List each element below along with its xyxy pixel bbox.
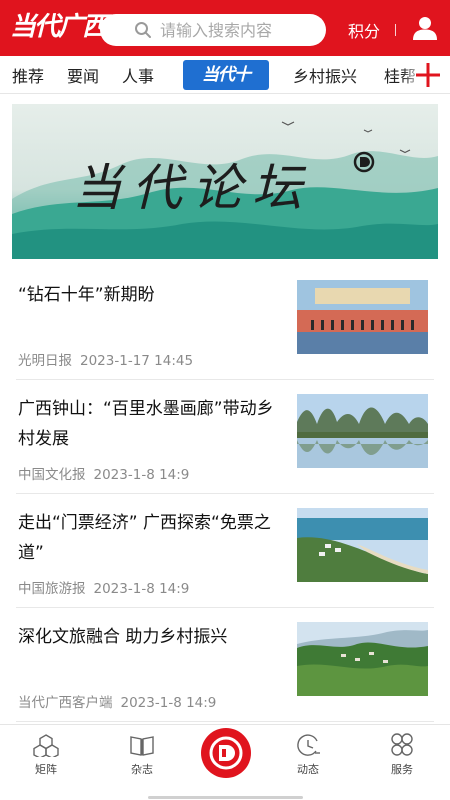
user-icon[interactable] xyxy=(412,15,438,41)
hexagons-icon xyxy=(33,734,59,757)
news-title[interactable]: 深化文旅融合 助力乡村振兴 xyxy=(18,622,284,652)
channel-tab-news[interactable]: 要闻 xyxy=(67,63,99,87)
bottom-tab-bar: 矩阵 杂志 动态 服务 xyxy=(0,724,450,800)
news-source: 中国文化报 xyxy=(18,467,86,483)
news-item[interactable]: 深化文旅融合 助力乡村振兴 当代广西客户端 2023-1-8 14:9 xyxy=(16,608,434,722)
channel-tab-featured[interactable]: 当代十 xyxy=(183,60,269,90)
search-icon xyxy=(135,22,151,38)
search-input[interactable] xyxy=(160,20,292,40)
points-button[interactable]: 积分 xyxy=(348,18,380,42)
search-bar[interactable] xyxy=(100,14,326,46)
center-logo-button[interactable] xyxy=(201,728,251,778)
news-title[interactable]: “钻石十年”新期盼 xyxy=(18,280,284,310)
news-thumbnail[interactable] xyxy=(297,508,428,582)
channel-tab-personnel[interactable]: 人事 xyxy=(122,63,154,87)
news-meta: 当代广西客户端 2023-1-8 14:9 xyxy=(18,691,216,711)
header-divider xyxy=(395,24,396,36)
news-title[interactable]: 广西钟山：“百里水墨画廊”带动乡村发展 xyxy=(18,394,284,454)
news-meta: 中国文化报 2023-1-8 14:9 xyxy=(18,463,189,483)
news-meta: 光明日报 2023-1-17 14:45 xyxy=(18,349,193,369)
book-icon xyxy=(130,736,154,756)
news-item[interactable]: “钻石十年”新期盼 光明日报 2023-1-17 14:45 xyxy=(16,266,434,380)
news-item[interactable]: 走出“门票经济” 广西探索“免票之道” 中国旅游报 2023-1-8 14:9 xyxy=(16,494,434,608)
tab-label: 服务 xyxy=(391,763,413,776)
banner-title: 当代论坛 xyxy=(72,159,312,217)
news-title[interactable]: 走出“门票经济” 广西探索“免票之道” xyxy=(18,508,284,568)
feature-banner[interactable]: 当代论坛 xyxy=(12,104,438,259)
news-meta: 中国旅游报 2023-1-8 14:9 xyxy=(18,577,189,597)
news-time: 2023-1-17 14:45 xyxy=(80,353,194,369)
news-source: 光明日报 xyxy=(18,353,72,369)
add-channel-icon[interactable] xyxy=(414,61,442,89)
tab-label: 动态 xyxy=(297,763,319,776)
news-thumbnail[interactable] xyxy=(297,622,428,696)
news-thumbnail[interactable] xyxy=(297,280,428,354)
tab-matrix[interactable]: 矩阵 xyxy=(16,733,76,777)
news-source: 当代广西客户端 xyxy=(18,695,113,711)
news-time: 2023-1-8 14:9 xyxy=(93,581,190,597)
news-time: 2023-1-8 14:9 xyxy=(93,467,190,483)
tab-service[interactable]: 服务 xyxy=(372,733,432,777)
home-indicator xyxy=(148,796,303,799)
news-item[interactable]: 广西钟山：“百里水墨画廊”带动乡村发展 中国文化报 2023-1-8 14:9 xyxy=(16,380,434,494)
app-logo[interactable]: 当代广西 xyxy=(10,8,108,46)
tab-magazine[interactable]: 杂志 xyxy=(112,733,172,777)
news-source: 中国旅游报 xyxy=(18,581,86,597)
tab-dynamic[interactable]: 动态 xyxy=(278,733,338,777)
news-time: 2023-1-8 14:9 xyxy=(120,695,217,711)
channel-tab-recommend[interactable]: 推荐 xyxy=(12,63,44,87)
news-thumbnail[interactable] xyxy=(297,394,428,468)
top-header: 当代广西 积分 xyxy=(0,0,450,56)
center-logo-icon xyxy=(209,736,243,770)
tab-label: 杂志 xyxy=(131,763,153,776)
channel-bar: 推荐 要闻 人事 当代十 乡村振兴 桂帮 xyxy=(0,56,450,94)
grid-icon xyxy=(391,733,413,756)
channel-tab-rural[interactable]: 乡村振兴 xyxy=(293,63,357,87)
tab-label: 矩阵 xyxy=(35,763,57,776)
clock-icon xyxy=(297,734,320,756)
